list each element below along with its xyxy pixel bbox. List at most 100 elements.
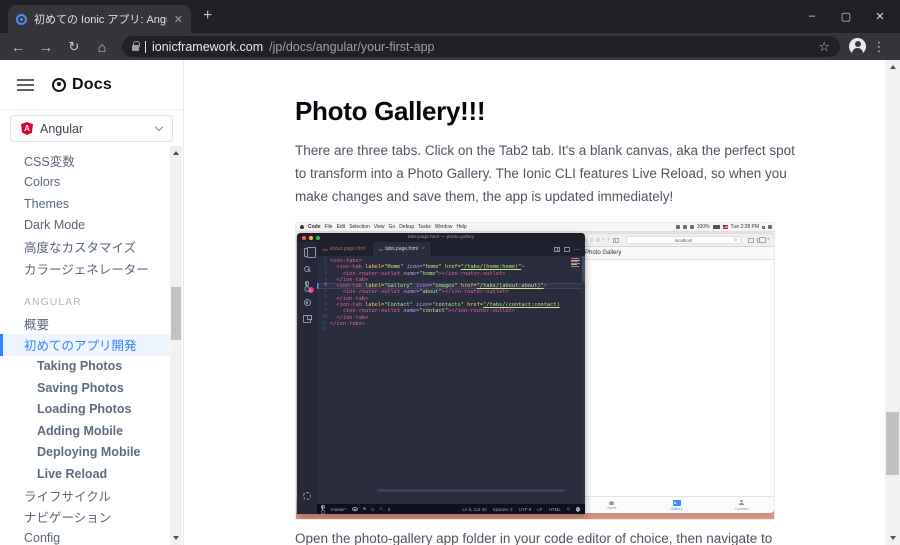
- docs-sidebar: Docs A Angular CSS変数ColorsThemesDark Mod…: [0, 60, 184, 545]
- sidebar-item[interactable]: Deploying Mobile: [0, 442, 171, 464]
- sidebar-item[interactable]: Saving Photos: [0, 377, 171, 399]
- app-header: Photo Gallery: [579, 247, 774, 260]
- docs-logo[interactable]: Docs: [52, 76, 112, 94]
- safari-reload-icon: ↻: [734, 237, 738, 243]
- home-icon[interactable]: ⌂: [88, 39, 116, 55]
- framework-select-value: Angular: [40, 122, 149, 136]
- split-editor-icon: [554, 247, 560, 252]
- volume-icon: [690, 225, 694, 229]
- page-content: Docs A Angular CSS変数ColorsThemesDark Mod…: [0, 60, 900, 545]
- safari-sidebar-icon: [613, 238, 619, 243]
- page-scrollbar[interactable]: [885, 60, 900, 545]
- url-path: /jp/docs/angular/your-first-app: [269, 40, 812, 54]
- page-scroll-down-button[interactable]: [885, 531, 900, 545]
- sidebar-item[interactable]: Adding Mobile: [0, 420, 171, 442]
- framework-select[interactable]: A Angular: [10, 115, 173, 142]
- error-icon: ⊗: [363, 506, 367, 512]
- profile-avatar[interactable]: [849, 38, 866, 55]
- sidebar-item[interactable]: Live Reload: [0, 463, 171, 485]
- wifi-icon: [683, 225, 687, 229]
- editor-scrollbar: [582, 256, 585, 504]
- spotlight-icon: [762, 226, 765, 229]
- bookmark-star-icon[interactable]: ☆: [818, 39, 830, 55]
- ionic-favicon-icon: [16, 14, 27, 25]
- status-item: UTF-8: [519, 507, 532, 512]
- scroll-down-icon: [173, 536, 179, 540]
- sidebar-item[interactable]: Taking Photos: [0, 356, 171, 378]
- eye-icon: [352, 507, 358, 511]
- line-text: [330, 327, 585, 333]
- scroll-up-button[interactable]: [170, 146, 182, 160]
- safari-zoom-icon: [596, 238, 600, 242]
- mac-app-name: Code: [308, 224, 321, 230]
- safari-back-icon: ‹: [603, 237, 605, 243]
- page-scroll-up-button[interactable]: [885, 60, 900, 74]
- page-scroll-thumb[interactable]: [886, 412, 899, 475]
- vscode-titlebar: tabs.page.html — photo-gallery: [297, 233, 585, 242]
- apple-logo-icon: [300, 225, 304, 229]
- forward-icon[interactable]: →: [32, 39, 60, 55]
- sidebar-scrollbar[interactable]: [170, 146, 182, 545]
- tab-close-icon[interactable]: ✕: [174, 13, 183, 26]
- browser-tab-strip: 初めての Ionic アプリ: Angular - Ion ✕ + – ▢ ✕: [0, 0, 900, 33]
- home-icon: [609, 501, 615, 505]
- git-branch-icon: [322, 506, 326, 512]
- safari-address-bar: localhost ↻: [626, 236, 742, 244]
- display-icon: [676, 225, 680, 229]
- battery-icon: [713, 225, 720, 229]
- window-close-button[interactable]: ✕: [866, 4, 894, 28]
- mac-menu-items: FileEditSelectionViewGoDebugTasksWindowH…: [325, 224, 467, 230]
- window-minimize-button[interactable]: –: [798, 4, 826, 28]
- ionic-logo-icon: [52, 78, 66, 92]
- editor-actions: [554, 242, 581, 256]
- url-bar[interactable]: ionicframework.com /jp/docs/angular/your…: [122, 36, 840, 57]
- browser-menu-icon[interactable]: ⋮: [866, 39, 892, 55]
- source-control-icon: 2: [304, 281, 311, 290]
- sidebar-item[interactable]: 初めてのアプリ開発: [0, 334, 171, 356]
- sidebar-nav: CSS変数ColorsThemesDark Mode高度なカスタマイズカラージェ…: [0, 150, 171, 545]
- reload-icon[interactable]: ↻: [60, 39, 88, 55]
- sidebar-item[interactable]: Themes: [0, 193, 171, 215]
- warning-icon: ⚠: [379, 506, 383, 512]
- screenshot-image: Code FileEditSelectionViewGoDebugTasksWi…: [295, 222, 775, 520]
- menubar-clock: Tue 2:28 PM: [731, 224, 759, 230]
- status-item: Ln 5, Col 40: [462, 507, 486, 512]
- flag-icon: [723, 225, 728, 229]
- more-actions-icon: [574, 247, 581, 252]
- sidebar-header: Docs: [0, 60, 183, 110]
- scroll-down-button[interactable]: [170, 531, 182, 545]
- mac-menu-item: Edit: [337, 224, 346, 230]
- safari-tabs-icon: [757, 238, 763, 243]
- back-icon[interactable]: ←: [4, 39, 32, 55]
- sidebar-item[interactable]: ナビゲーション: [0, 506, 171, 528]
- sidebar-item[interactable]: CSS変数: [0, 150, 171, 172]
- window-maximize-button[interactable]: ▢: [832, 4, 860, 28]
- text-caret: [145, 41, 146, 53]
- mac-menu-item: Tasks: [418, 224, 431, 230]
- new-tab-button[interactable]: +: [203, 7, 212, 25]
- vscode-editor-tabs: <>about.page.html<>tabs.page.html×: [317, 242, 585, 256]
- sidebar-item[interactable]: Loading Photos: [0, 399, 171, 421]
- mac-menu-item: Debug: [399, 224, 414, 230]
- url-domain: ionicframework.com: [152, 40, 263, 54]
- sidebar-item[interactable]: 高度なカスタマイズ: [0, 236, 171, 258]
- scroll-up-icon: [890, 65, 896, 69]
- debug-icon: [304, 299, 311, 306]
- safari-forward-icon: ›: [608, 237, 610, 243]
- safari-window: ‹ › localhost ↻ + Photo Gallery HomeGall…: [579, 234, 774, 513]
- search-icon: [304, 266, 310, 272]
- sidebar-item[interactable]: Colors: [0, 172, 171, 194]
- sidebar-item[interactable]: 概要: [0, 313, 171, 335]
- safari-toolbar: ‹ › localhost ↻ +: [579, 234, 774, 247]
- sidebar-item[interactable]: Config: [0, 528, 171, 545]
- sidebar-scroll-thumb[interactable]: [171, 287, 181, 340]
- browser-tab[interactable]: 初めての Ionic アプリ: Angular - Ion ✕: [8, 5, 191, 33]
- editor-horizontal-scrollbar: [377, 489, 565, 492]
- error-count: 0: [371, 507, 374, 512]
- notifications-bell-icon: [576, 507, 580, 511]
- sidebar-item[interactable]: カラージェネレーター: [0, 258, 171, 280]
- hamburger-menu-icon[interactable]: [17, 79, 34, 81]
- html-file-icon: <>: [379, 247, 384, 252]
- sidebar-item[interactable]: ライフサイクル: [0, 485, 171, 507]
- sidebar-item[interactable]: Dark Mode: [0, 215, 171, 237]
